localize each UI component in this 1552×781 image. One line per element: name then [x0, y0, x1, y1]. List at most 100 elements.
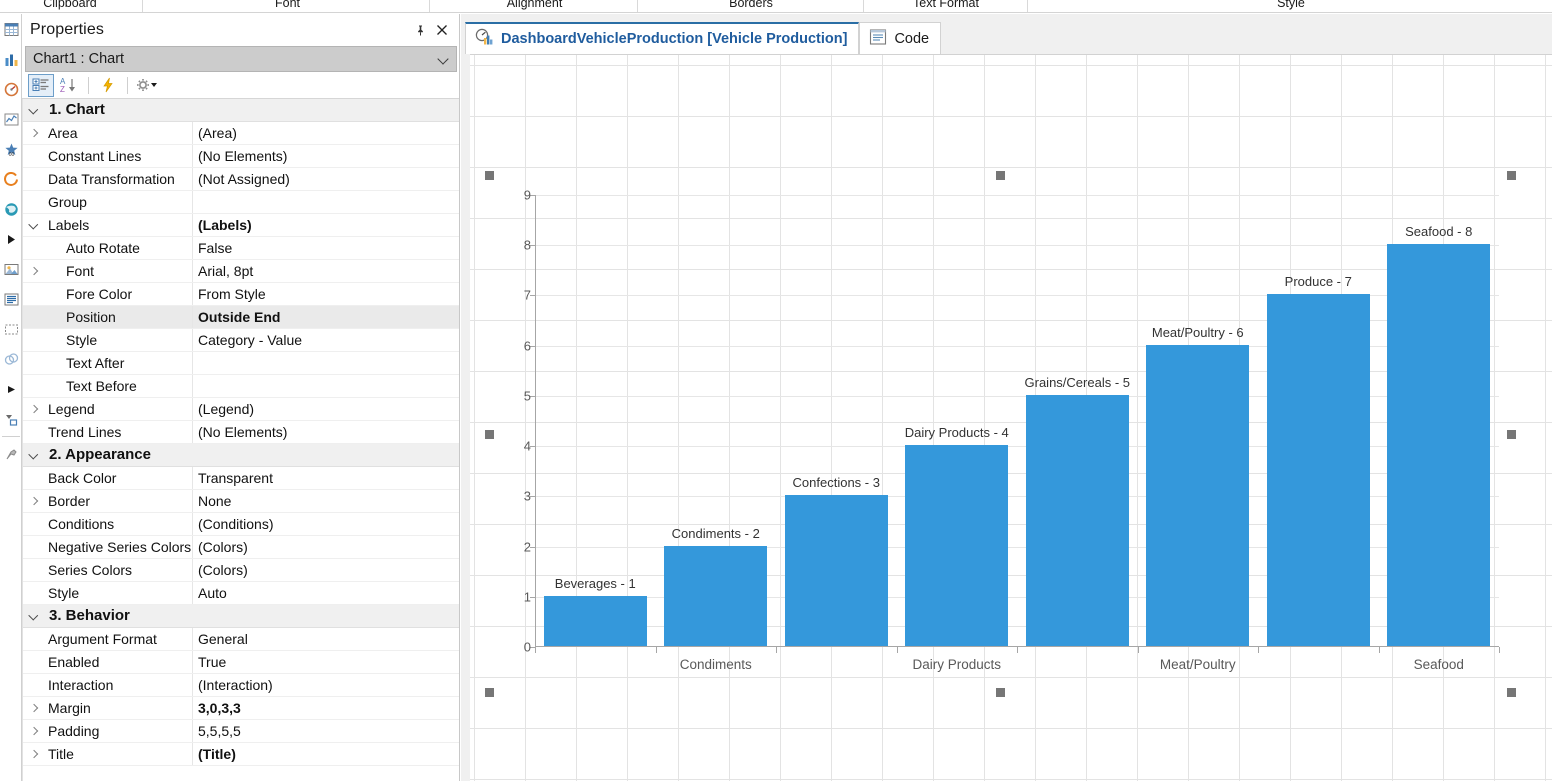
subreport-icon[interactable] — [0, 439, 21, 469]
pin-icon[interactable] — [409, 19, 431, 41]
property-row[interactable]: Back Color Transparent — [23, 467, 459, 490]
property-value[interactable]: (Labels) — [193, 214, 459, 236]
chevron-right-icon[interactable] — [23, 743, 45, 765]
resize-handle[interactable] — [485, 429, 494, 439]
text-box-icon[interactable] — [0, 314, 21, 344]
bar[interactable] — [1266, 294, 1370, 646]
tab-dashboard-vehicle-production[interactable]: DashboardVehicleProduction [Vehicle Prod… — [465, 22, 860, 54]
property-value[interactable]: Category - Value — [193, 329, 459, 351]
chevron-down-icon[interactable] — [23, 605, 45, 627]
chevron-down-icon[interactable] — [23, 444, 45, 466]
property-row[interactable]: Fore Color From Style — [23, 283, 459, 306]
property-row[interactable]: Position Outside End — [23, 306, 459, 329]
property-value[interactable]: General — [193, 628, 459, 650]
chevron-right-icon[interactable] — [23, 398, 45, 420]
chart-control[interactable]: 0 1 2 3 4 5 6 7 8 9 Beverages - 1 Condiments - 2 Con… — [489, 175, 1511, 692]
chart-icon[interactable] — [0, 44, 21, 74]
property-value[interactable]: Transparent — [193, 467, 459, 489]
property-value[interactable]: (No Elements) — [193, 421, 459, 443]
property-value[interactable]: (Colors) — [193, 536, 459, 558]
object-selector-dropdown[interactable]: Chart1 : Chart — [25, 46, 457, 72]
property-row[interactable]: Auto Rotate False — [23, 237, 459, 260]
property-value[interactable]: True — [193, 651, 459, 673]
property-row[interactable]: Text After — [23, 352, 459, 375]
gauge-icon[interactable] — [0, 74, 21, 104]
property-row[interactable]: Constant Lines (No Elements) — [23, 145, 459, 168]
sparkline-icon[interactable] — [0, 104, 21, 134]
property-row[interactable]: Trend Lines (No Elements) — [23, 421, 459, 444]
resize-handle[interactable] — [1507, 171, 1516, 180]
alphabetical-sort-button[interactable]: AZ — [56, 74, 82, 97]
property-value[interactable] — [193, 352, 459, 374]
property-value[interactable]: (Title) — [193, 743, 459, 765]
report-design-canvas[interactable]: 0 1 2 3 4 5 6 7 8 9 Beverages - 1 Condiments - 2 Con… — [470, 54, 1552, 781]
property-value[interactable]: False — [193, 237, 459, 259]
property-value[interactable]: None — [193, 490, 459, 512]
property-row[interactable]: Enabled True — [23, 651, 459, 674]
table-icon[interactable] — [0, 14, 21, 44]
rich-text-icon[interactable] — [0, 284, 21, 314]
property-row[interactable]: Labels (Labels) — [23, 214, 459, 237]
property-category-row[interactable]: 3. Behavior — [23, 605, 459, 628]
bar[interactable] — [1387, 244, 1491, 646]
property-row[interactable]: Title (Title) — [23, 743, 459, 766]
property-value[interactable] — [193, 375, 459, 397]
categorized-view-button[interactable] — [28, 73, 54, 97]
bar[interactable] — [543, 595, 647, 646]
resize-handle[interactable] — [485, 171, 494, 180]
property-row[interactable]: Font Arial, 8pt — [23, 260, 459, 283]
property-row[interactable]: Border None — [23, 490, 459, 513]
property-value[interactable]: From Style — [193, 283, 459, 305]
chevron-right-icon[interactable] — [23, 122, 45, 144]
resize-handle[interactable] — [996, 688, 1005, 697]
property-value[interactable]: (Area) — [193, 122, 459, 144]
bar[interactable] — [1025, 394, 1129, 646]
close-icon[interactable] — [431, 19, 453, 41]
map-icon[interactable] — [0, 194, 21, 224]
chevron-right-icon[interactable] — [23, 260, 45, 282]
chevron-down-icon[interactable] — [23, 99, 45, 121]
bar[interactable] — [1146, 344, 1250, 646]
chevron-down-icon[interactable] — [23, 214, 45, 236]
property-row[interactable]: Text Before — [23, 375, 459, 398]
property-value[interactable]: 3,0,3,3 — [193, 697, 459, 719]
property-value[interactable]: (Conditions) — [193, 513, 459, 535]
chevron-right-icon[interactable] — [23, 720, 45, 742]
property-row[interactable]: Conditions (Conditions) — [23, 513, 459, 536]
property-value[interactable]: 5,5,5,5 — [193, 720, 459, 742]
resize-handle[interactable] — [1507, 688, 1516, 697]
events-button[interactable] — [95, 74, 121, 97]
resize-handle[interactable] — [1507, 429, 1516, 439]
property-category-row[interactable]: 1. Chart — [23, 99, 459, 122]
circular-progress-icon[interactable] — [0, 164, 21, 194]
property-value[interactable]: (Colors) — [193, 559, 459, 581]
gear-dropdown-icon[interactable] — [134, 74, 160, 97]
property-row[interactable]: Argument Format General — [23, 628, 459, 651]
bar[interactable] — [664, 545, 768, 646]
checkbox-icon[interactable] — [0, 404, 21, 434]
bar[interactable] — [905, 445, 1009, 646]
property-row[interactable]: Interaction (Interaction) — [23, 674, 459, 697]
property-row[interactable]: Area (Area) — [23, 122, 459, 145]
property-value[interactable]: (No Elements) — [193, 145, 459, 167]
resize-handle[interactable] — [485, 688, 494, 697]
property-row[interactable]: Group — [23, 191, 459, 214]
property-value[interactable]: (Legend) — [193, 398, 459, 420]
property-value[interactable]: (Interaction) — [193, 674, 459, 696]
property-row[interactable]: Margin 3,0,3,3 — [23, 697, 459, 720]
property-row[interactable]: Negative Series Colors (Colors) — [23, 536, 459, 559]
property-value[interactable]: Outside End — [193, 306, 459, 328]
property-row[interactable]: Padding 5,5,5,5 — [23, 720, 459, 743]
bullet-graph-icon[interactable] — [0, 374, 21, 404]
property-row[interactable]: Legend (Legend) — [23, 398, 459, 421]
property-value[interactable]: Auto — [193, 582, 459, 604]
tab-code[interactable]: Code — [859, 22, 942, 54]
property-row[interactable]: Style Category - Value — [23, 329, 459, 352]
property-value[interactable]: Arial, 8pt — [193, 260, 459, 282]
bar[interactable] — [784, 495, 888, 646]
rating-icon[interactable]: 00 — [0, 134, 21, 164]
property-value[interactable] — [193, 191, 459, 213]
property-row[interactable]: Data Transformation (Not Assigned) — [23, 168, 459, 191]
property-grid[interactable]: 1. Chart Area (Area) Constant Lines (No Elem… — [22, 99, 459, 781]
chevron-right-icon[interactable] — [23, 697, 45, 719]
